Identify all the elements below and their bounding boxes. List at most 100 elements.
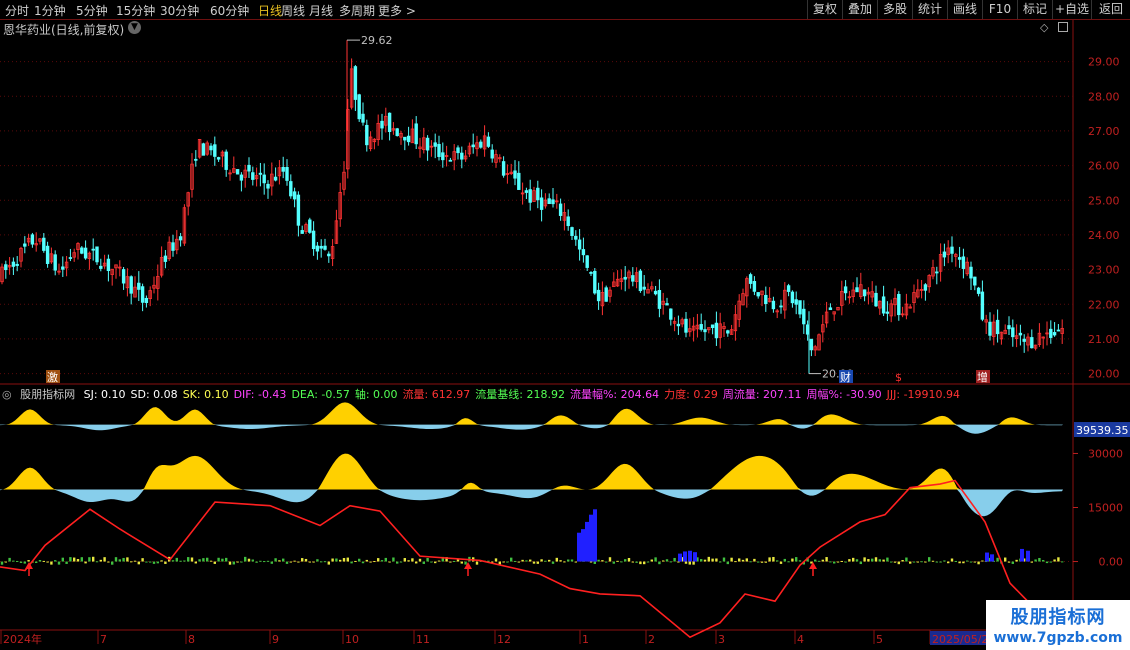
candle-body (790, 291, 795, 304)
candle-body (570, 227, 574, 236)
flow-bar (426, 557, 429, 562)
flow-bar (392, 557, 395, 562)
candle-body (68, 257, 73, 259)
flow-bar (50, 561, 53, 565)
flow-bar (19, 561, 23, 563)
flow-bar (947, 561, 950, 564)
candle-body (1011, 327, 1015, 338)
flow-bar (559, 560, 562, 562)
flow-bar (365, 559, 368, 562)
flow-bar (966, 560, 969, 562)
flow-bar (939, 561, 942, 563)
candle-body (323, 245, 327, 250)
blue-flow-block (589, 514, 593, 562)
flow-bar (312, 561, 315, 563)
flow-bar (836, 561, 840, 563)
candle-body (581, 249, 586, 256)
candle-body (209, 145, 213, 151)
flow-bar (494, 558, 498, 562)
flow-bar (882, 559, 885, 562)
flow-bar (194, 561, 197, 564)
candle-body (315, 245, 320, 252)
flow-bar (403, 558, 406, 562)
flow-bar (35, 561, 38, 563)
flow-bar (909, 561, 912, 564)
high-price-label: 29.62 (361, 34, 393, 47)
y-tick-label: 24.00 (1088, 229, 1120, 242)
flow-bar (118, 559, 121, 562)
flow-bar (274, 558, 277, 562)
flow-bar (605, 561, 608, 563)
blue-flow-block (1026, 550, 1030, 562)
candle-body (42, 237, 46, 251)
indicator-settings-icon[interactable]: ◎ (2, 388, 12, 401)
flow-bar (251, 559, 254, 562)
candle-body (1022, 338, 1026, 342)
candle-body (669, 308, 673, 320)
candle-body (395, 128, 399, 137)
flow-bar (209, 560, 213, 562)
x-axis-label: 2025/05/2 (932, 633, 988, 646)
flow-bar (221, 558, 224, 562)
candle-body (513, 170, 517, 179)
candle-body (239, 174, 244, 181)
flow-bar (810, 561, 813, 564)
flow-bar (867, 559, 870, 562)
candle-body (1049, 328, 1053, 338)
flow-bar (453, 560, 456, 562)
marker-badge-text: $ (895, 371, 902, 384)
flow-bar (228, 561, 232, 565)
flow-bar (316, 559, 319, 562)
flow-bar (977, 561, 980, 565)
candle-body (296, 194, 301, 226)
candle-body (144, 297, 149, 304)
blue-flow-block (990, 554, 994, 562)
flow-bar (597, 559, 600, 562)
candle-body (91, 248, 95, 251)
flow-bar (377, 558, 380, 562)
candle-body (950, 246, 954, 254)
candle-body (969, 266, 973, 279)
candle-body (710, 324, 715, 328)
candle-body (802, 308, 806, 325)
flow-bar (928, 557, 931, 562)
candle-body (448, 159, 453, 162)
flow-bar (551, 561, 555, 564)
flow-bar (665, 559, 669, 562)
blue-flow-block (585, 521, 589, 562)
flow-bar (1045, 561, 1049, 564)
flow-bar (931, 560, 935, 562)
candle-body (106, 258, 111, 271)
candle-body (794, 299, 798, 305)
flow-bar (190, 557, 194, 562)
candle-body (596, 289, 601, 302)
candle-body (216, 157, 221, 160)
chart-canvas[interactable]: 29.00 28.00 27.00 26.00 25.00 24.00 23.00 22.00… (0, 0, 1130, 650)
x-axis-label: 2024年 (3, 632, 42, 646)
flow-bar (76, 559, 80, 562)
flow-bar (160, 560, 163, 562)
flow-bar (722, 557, 726, 562)
indicator-name: 股朋指标网 (20, 388, 76, 401)
flow-bar (12, 560, 15, 562)
candle-body (593, 270, 597, 294)
blue-flow-block (683, 551, 687, 562)
flow-bar (361, 561, 365, 564)
flow-bar (342, 558, 346, 562)
flow-bar (8, 557, 11, 562)
candle-body (380, 120, 384, 129)
candle-body (684, 318, 688, 333)
candle-body (786, 285, 791, 292)
y-tick-label: 23.00 (1088, 264, 1120, 277)
flow-bar (506, 561, 509, 563)
flow-bar (331, 558, 334, 562)
indicator-value-7: 流量基线: 218.92 (475, 388, 565, 401)
candle-body (23, 243, 27, 247)
flow-bar (145, 561, 148, 563)
indicator-value-2: SK: 0.10 (182, 388, 229, 401)
candle-body (942, 251, 947, 258)
flow-bar (350, 561, 353, 564)
flow-bar (434, 561, 437, 564)
flow-bar (958, 561, 961, 564)
candle-body (425, 137, 430, 151)
